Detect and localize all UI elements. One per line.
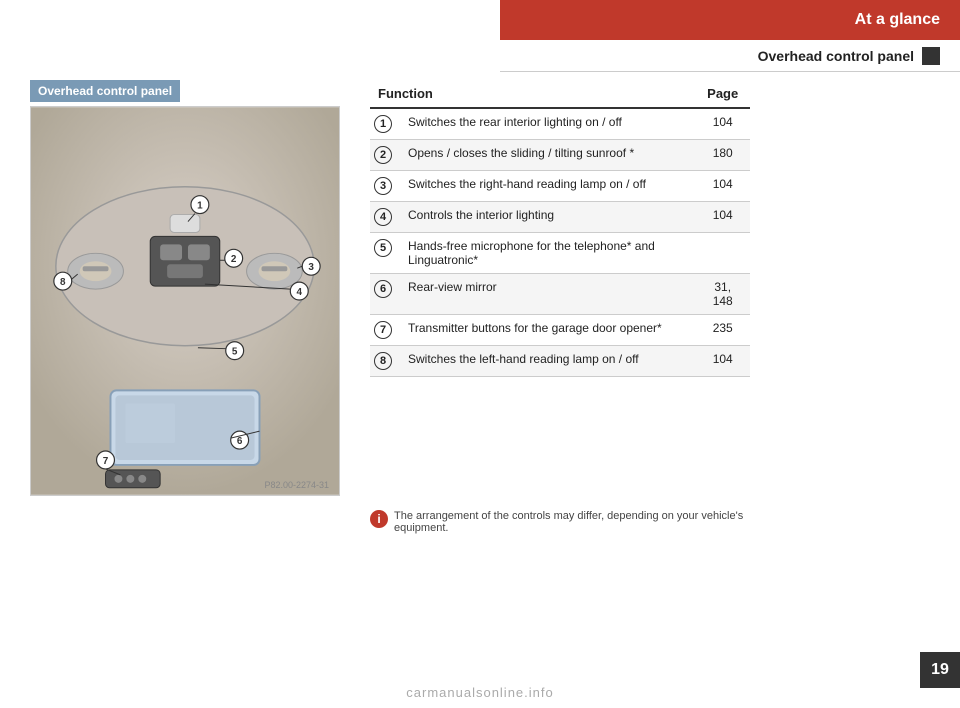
sub-header-block	[922, 47, 940, 65]
header-title: At a glance	[855, 11, 940, 29]
svg-text:6: 6	[237, 436, 243, 447]
row-page-cell: 235	[695, 315, 750, 346]
row-page-cell: 104	[695, 171, 750, 202]
col-function-header: Function	[370, 80, 695, 108]
row-page-cell: 31, 148	[695, 274, 750, 315]
table-row: 6 Rear-view mirror31, 148	[370, 274, 750, 315]
svg-text:5: 5	[232, 347, 238, 358]
row-number-cell: 3	[370, 171, 400, 202]
row-page-cell: 180	[695, 140, 750, 171]
svg-text:2: 2	[231, 254, 237, 265]
circle-number: 4	[374, 208, 392, 226]
row-function-cell: Transmitter buttons for the garage door …	[400, 315, 695, 346]
circle-number: 8	[374, 352, 392, 370]
note-text: The arrangement of the controls may diff…	[394, 510, 750, 534]
circle-number: 6	[374, 280, 392, 298]
sub-header-title: Overhead control panel	[758, 48, 914, 64]
svg-text:7: 7	[103, 456, 109, 467]
sub-header: Overhead control panel	[500, 40, 960, 72]
row-page-cell	[695, 233, 750, 274]
row-number-cell: 5	[370, 233, 400, 274]
row-function-cell: Rear-view mirror	[400, 274, 695, 315]
svg-text:4: 4	[296, 287, 302, 298]
table-row: 4 Controls the interior lighting104	[370, 202, 750, 233]
table-row: 7 Transmitter buttons for the garage door…	[370, 315, 750, 346]
right-panel: Function Page 1 Switches the rear interio…	[370, 80, 750, 377]
circle-number: 2	[374, 146, 392, 164]
svg-text:8: 8	[60, 277, 66, 288]
table-row: 3 Switches the right-hand reading lamp on…	[370, 171, 750, 202]
circle-number: 5	[374, 239, 392, 257]
svg-text:1: 1	[197, 201, 203, 212]
row-page-cell: 104	[695, 202, 750, 233]
row-function-cell: Opens / closes the sliding / tilting sun…	[400, 140, 695, 171]
table-row: 8 Switches the left-hand reading lamp on …	[370, 346, 750, 377]
row-number-cell: 1	[370, 108, 400, 140]
row-page-cell: 104	[695, 108, 750, 140]
function-table: Function Page 1 Switches the rear interio…	[370, 80, 750, 377]
row-function-cell: Hands-free microphone for the telephone*…	[400, 233, 695, 274]
table-row: 1 Switches the rear interior lighting on …	[370, 108, 750, 140]
table-row: 5 Hands-free microphone for the telephone…	[370, 233, 750, 274]
row-function-cell: Switches the right-hand reading lamp on …	[400, 171, 695, 202]
circle-number: 1	[374, 115, 392, 133]
info-icon: i	[370, 510, 388, 528]
info-note: i The arrangement of the controls may di…	[370, 510, 750, 534]
table-row: 2 Opens / closes the sliding / tilting su…	[370, 140, 750, 171]
watermark: carmanualsonline.info	[406, 685, 553, 700]
row-function-cell: Switches the left-hand reading lamp on /…	[400, 346, 695, 377]
row-number-cell: 8	[370, 346, 400, 377]
circle-number: 3	[374, 177, 392, 195]
row-number-cell: 2	[370, 140, 400, 171]
page-number: 19	[920, 652, 960, 688]
photo-ref: P82.00-2274-31	[264, 480, 329, 490]
row-page-cell: 104	[695, 346, 750, 377]
image-label: Overhead control panel	[30, 80, 180, 102]
row-number-cell: 4	[370, 202, 400, 233]
panel-illustration: 1 2 3 4 5 6 7	[30, 106, 340, 496]
left-panel: Overhead control panel	[30, 80, 350, 500]
circle-number: 7	[374, 321, 392, 339]
row-number-cell: 6	[370, 274, 400, 315]
overhead-panel-diagram: 1 2 3 4 5 6 7	[31, 107, 339, 495]
row-function-cell: Switches the rear interior lighting on /…	[400, 108, 695, 140]
row-function-cell: Controls the interior lighting	[400, 202, 695, 233]
row-number-cell: 7	[370, 315, 400, 346]
header-bar: At a glance	[500, 0, 960, 40]
col-page-header: Page	[695, 80, 750, 108]
svg-text:3: 3	[308, 262, 314, 273]
